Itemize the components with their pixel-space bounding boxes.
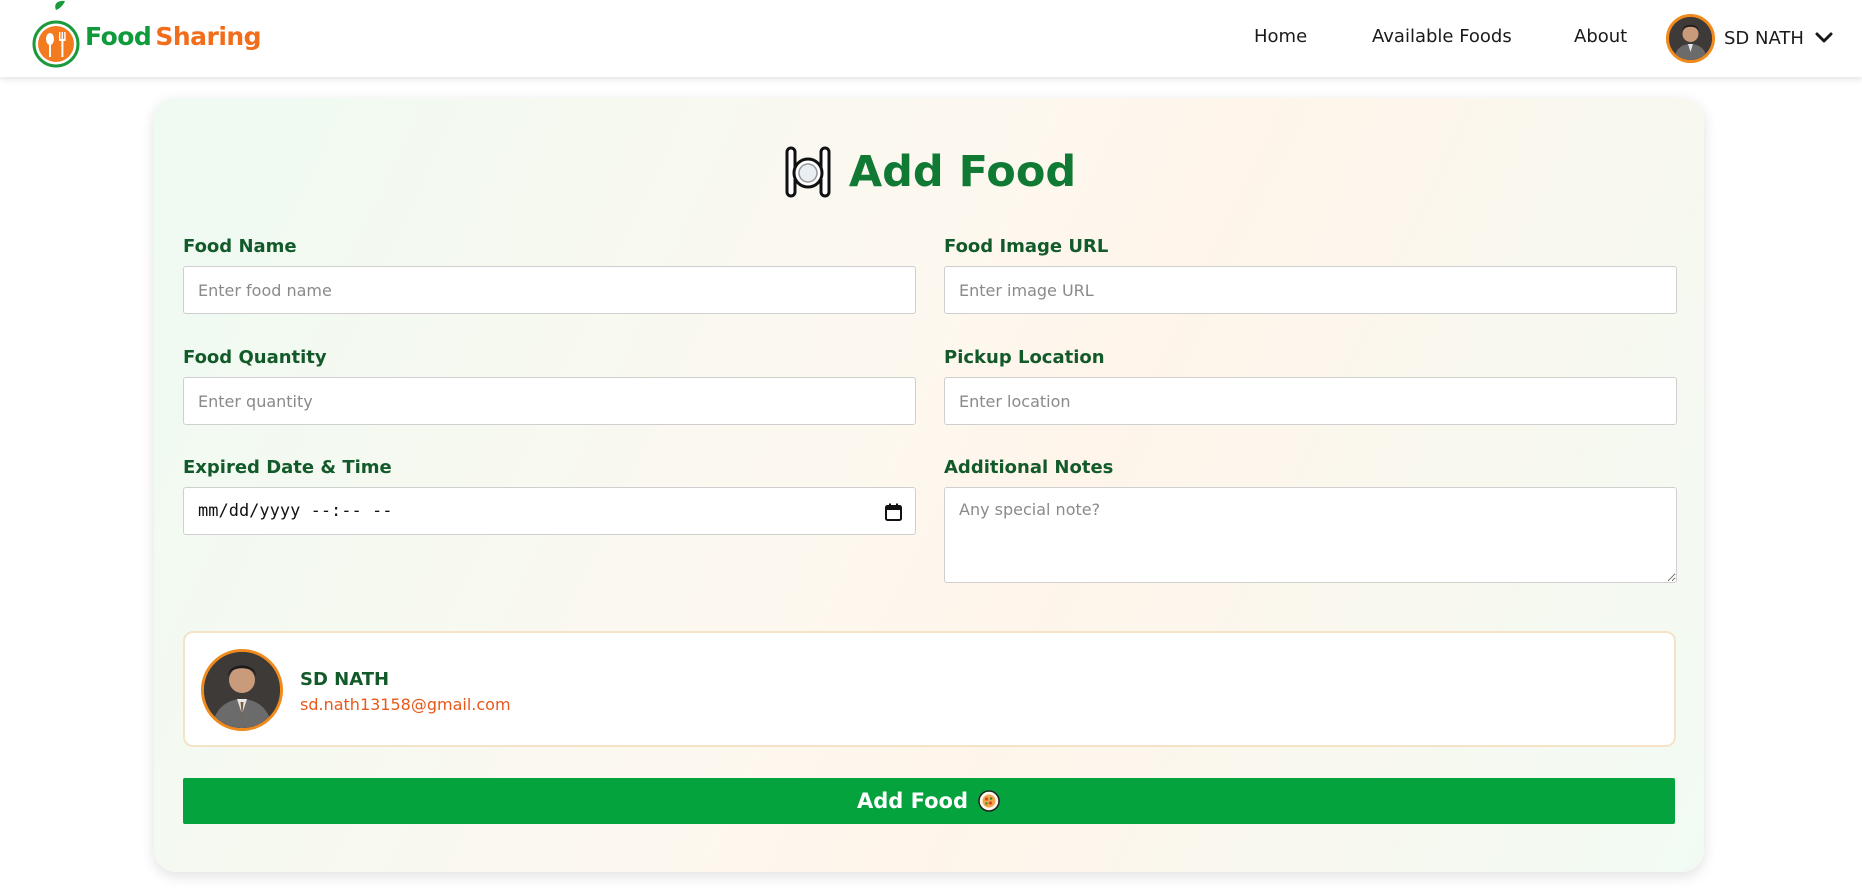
food-image-url-label: Food Image URL [944, 236, 1109, 257]
additional-notes-input[interactable] [944, 487, 1677, 583]
food-quantity-label: Food Quantity [183, 347, 327, 368]
nav-available-foods[interactable]: Available Foods [1372, 26, 1512, 47]
page-title: Add Food [154, 146, 1704, 198]
calendar-icon[interactable] [885, 503, 902, 521]
logo-icon [32, 0, 80, 68]
add-food-button-label: Add Food [856, 789, 968, 813]
food-emoji-icon [978, 790, 1000, 812]
form-title: Add Food [848, 147, 1077, 197]
add-food-card: Add Food Food Name Food Quantity Expired… [154, 98, 1704, 872]
food-name-label: Food Name [183, 236, 297, 257]
donor-email: sd.nath13158@gmail.com [300, 695, 511, 714]
pickup-location-input[interactable] [944, 377, 1677, 425]
donor-name: SD NATH [300, 669, 390, 690]
expired-date-label: Expired Date & Time [183, 457, 392, 478]
additional-notes-label: Additional Notes [944, 457, 1114, 478]
food-image-url-input[interactable] [944, 266, 1677, 314]
nav-about[interactable]: About [1574, 26, 1627, 47]
food-quantity-input[interactable] [183, 377, 916, 425]
chevron-down-icon[interactable] [1815, 32, 1833, 44]
user-menu[interactable]: SD NATH [1666, 13, 1833, 63]
brand-name: Food Sharing [85, 21, 262, 51]
food-name-input[interactable] [183, 266, 916, 314]
avatar [1666, 13, 1715, 63]
avatar [201, 649, 283, 731]
date-input-value: mm/dd/yyyy --:-- -- [198, 501, 393, 521]
expired-date-input[interactable]: mm/dd/yyyy --:-- -- [183, 487, 916, 535]
add-food-button[interactable]: Add Food [183, 778, 1675, 824]
donor-info-card: SD NATH sd.nath13158@gmail.com [183, 631, 1676, 747]
brand-word-food: Food [85, 21, 152, 51]
brand-word-sharing: Sharing [155, 21, 262, 51]
pickup-location-label: Pickup Location [944, 347, 1105, 368]
plate-cutlery-icon [785, 146, 831, 198]
user-menu-name: SD NATH [1724, 27, 1804, 49]
nav-home[interactable]: Home [1254, 26, 1307, 47]
navbar: Food Sharing Home Available Foods About S… [0, 0, 1862, 77]
brand[interactable]: Food Sharing [31, 0, 262, 68]
